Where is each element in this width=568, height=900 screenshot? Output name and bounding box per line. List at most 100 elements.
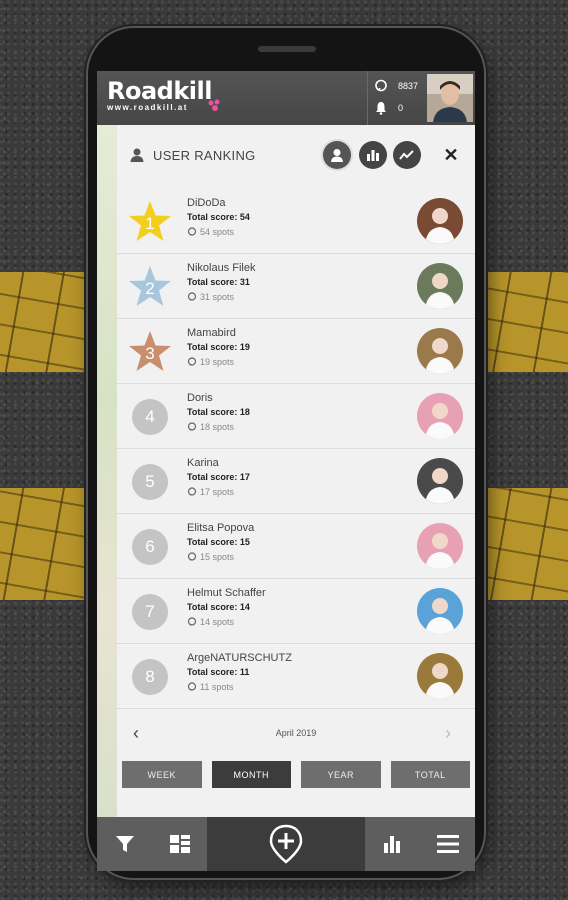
user-name[interactable]: Doris: [187, 392, 250, 407]
map-background: [97, 125, 117, 817]
spot-marker-icon: [187, 682, 197, 691]
stats-icon[interactable]: [381, 832, 405, 856]
spots-count: 18 spots: [200, 422, 235, 432]
ranking-row[interactable]: 8 ArgeNATURSCHUTZ Total score: 11 11 spo…: [117, 644, 475, 709]
ranking-row[interactable]: 1 DiDoDa Total score: 54 54 spots: [117, 189, 475, 254]
rank-number: 5: [132, 464, 168, 500]
ranking-row[interactable]: 7 Helmut Schaffer Total score: 14 14 spo…: [117, 579, 475, 644]
ranking-list: 1 DiDoDa Total score: 54 54 spots 2 Niko…: [117, 189, 475, 709]
spot-marker-icon: [374, 79, 388, 93]
total-score: Total score: 15: [187, 537, 250, 547]
spots-info: 14 spots: [187, 617, 266, 627]
bottom-bar: [97, 817, 475, 871]
ranking-row[interactable]: 4 Doris Total score: 18 18 spots: [117, 384, 475, 449]
period-button-year[interactable]: YEAR: [301, 761, 381, 788]
user-avatar[interactable]: [417, 458, 463, 504]
user-name[interactable]: ArgeNATURSCHUTZ: [187, 652, 292, 667]
rank-number: 4: [132, 399, 168, 435]
bottom-bar-center: [207, 817, 365, 871]
user-name[interactable]: Helmut Schaffer: [187, 587, 266, 602]
stats-box: 8837 0: [367, 71, 423, 125]
user-circle-icon: [331, 149, 343, 162]
spots-info: 11 spots: [187, 682, 292, 692]
spots-info: 31 spots: [187, 292, 255, 302]
rank-star-badge: 3: [127, 329, 173, 375]
user-info: Elitsa Popova Total score: 15 15 spots: [187, 522, 254, 562]
spot-marker-icon: [187, 552, 197, 561]
bar-chart-icon: [367, 150, 379, 161]
bottom-bar-right: [365, 817, 475, 871]
spot-marker-icon: [187, 617, 197, 626]
paw-icon: [207, 99, 223, 111]
rank-badge: 5: [127, 459, 173, 505]
period-button-week[interactable]: WEEK: [122, 761, 202, 788]
rank-star-badge: 2: [127, 264, 173, 310]
total-score: Total score: 31: [187, 277, 250, 287]
profile-avatar[interactable]: [427, 74, 473, 122]
phone-frame: Roadkill www.roadkill.at 8837 0 USER RAN…: [88, 28, 484, 878]
user-name[interactable]: Karina: [187, 457, 250, 472]
user-ranking-panel: USER RANKING ✕ 1 DiDoDa Total score: 54: [117, 125, 475, 817]
filter-icon[interactable]: [113, 832, 137, 856]
spots-count: 31 spots: [200, 292, 235, 302]
rank-number: 1: [145, 213, 155, 233]
menu-icon[interactable]: [436, 832, 460, 856]
ranking-row[interactable]: 3 Mamabird Total score: 19 19 spots: [117, 319, 475, 384]
user-name[interactable]: Nikolaus Filek: [187, 262, 255, 277]
spots-count: 15 spots: [200, 552, 235, 562]
rank-badge: 8: [127, 654, 173, 700]
user-avatar[interactable]: [417, 328, 463, 374]
user-info: Doris Total score: 18 18 spots: [187, 392, 250, 432]
spots-info: 17 spots: [187, 487, 250, 497]
spots-count: 8837: [398, 81, 419, 91]
ranking-row[interactable]: 5 Karina Total score: 17 17 spots: [117, 449, 475, 514]
spot-marker-icon: [187, 357, 197, 366]
user-avatar[interactable]: [417, 653, 463, 699]
rank-star-badge: 1: [127, 199, 173, 245]
user-avatar[interactable]: [417, 523, 463, 569]
next-month-button[interactable]: ›: [445, 723, 451, 744]
total-score: Total score: 19: [187, 342, 250, 352]
total-score: Total score: 14: [187, 602, 250, 612]
rank-number: 6: [132, 529, 168, 565]
user-name[interactable]: DiDoDa: [187, 197, 250, 212]
user-avatar[interactable]: [417, 588, 463, 634]
notifications-stat[interactable]: 0: [374, 101, 403, 115]
spots-count: 17 spots: [200, 487, 235, 497]
user-avatar[interactable]: [417, 393, 463, 439]
total-score: Total score: 17: [187, 472, 250, 482]
month-label: April 2019: [275, 728, 317, 738]
rank-number: 7: [132, 594, 168, 630]
total-score: Total score: 11: [187, 667, 250, 677]
app-logo[interactable]: Roadkill www.roadkill.at: [107, 77, 237, 121]
period-button-total[interactable]: TOTAL: [390, 761, 470, 788]
period-button-month[interactable]: MONTH: [211, 761, 291, 788]
rank-badge: 4: [127, 394, 173, 440]
user-avatar[interactable]: [417, 198, 463, 244]
close-button[interactable]: ✕: [439, 143, 463, 167]
add-spot-icon[interactable]: [269, 824, 303, 864]
user-info: Mamabird Total score: 19 19 spots: [187, 327, 250, 367]
user-icon: [129, 147, 145, 163]
user-info: DiDoDa Total score: 54 54 spots: [187, 197, 250, 237]
rank-number: 3: [145, 343, 155, 363]
spot-marker-icon: [187, 487, 197, 496]
month-navigation: ‹ April 2019 ›: [117, 723, 475, 747]
spots-count: 19 spots: [200, 357, 235, 367]
panel-header: USER RANKING ✕: [117, 125, 475, 185]
spots-info: 15 spots: [187, 552, 254, 562]
spots-stat[interactable]: 8837: [374, 79, 418, 93]
user-name[interactable]: Elitsa Popova: [187, 522, 254, 537]
user-avatar[interactable]: [417, 263, 463, 309]
total-score: Total score: 18: [187, 407, 250, 417]
statistics-tab[interactable]: [359, 141, 387, 169]
user-name[interactable]: Mamabird: [187, 327, 250, 342]
layout-icon[interactable]: [168, 832, 192, 856]
ranking-row[interactable]: 6 Elitsa Popova Total score: 15 15 spots: [117, 514, 475, 579]
top-bar: Roadkill www.roadkill.at 8837 0: [97, 71, 475, 125]
trend-tab[interactable]: [393, 141, 421, 169]
spot-marker-icon: [187, 422, 197, 431]
ranking-row[interactable]: 2 Nikolaus Filek Total score: 31 31 spot…: [117, 254, 475, 319]
user-ranking-tab[interactable]: [323, 141, 351, 169]
screen: Roadkill www.roadkill.at 8837 0 USER RAN…: [97, 71, 475, 871]
